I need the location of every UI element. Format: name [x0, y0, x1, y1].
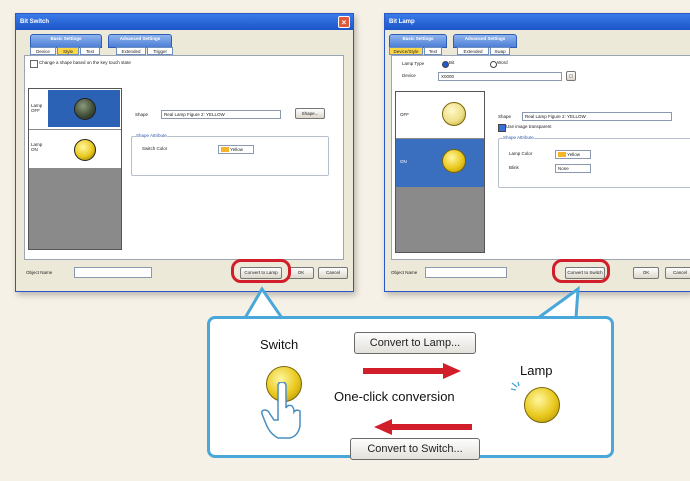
- tab-style[interactable]: Style: [57, 47, 79, 55]
- lamp-type-label: Lamp Type: [402, 61, 425, 66]
- object-name-field[interactable]: [425, 267, 507, 278]
- shape-label: Shape: [498, 114, 512, 119]
- device-input-button[interactable]: ▢: [566, 71, 576, 81]
- state-off-row[interactable]: OFF: [396, 92, 484, 138]
- tab-device-style[interactable]: Device/Style: [389, 47, 423, 55]
- shape-checkbox[interactable]: [30, 60, 38, 68]
- state-off-label: Lamp OFF: [31, 103, 43, 113]
- lamp-color-label: Lamp Color: [509, 151, 533, 156]
- blink-select[interactable]: None: [555, 164, 591, 173]
- state-off-row[interactable]: Lamp OFF: [29, 89, 121, 129]
- blink-label: Blink: [509, 165, 519, 170]
- arrow-left-icon: [374, 419, 472, 435]
- shape-select[interactable]: Real Lamp Figure 2: YELLOW: [522, 112, 672, 121]
- state-on-label: Lamp ON: [31, 142, 43, 152]
- window-title: Bit Switch: [20, 19, 50, 25]
- on-lamp-icon: [442, 149, 466, 173]
- switch-label: Switch: [260, 337, 299, 352]
- state-off-label: OFF: [400, 112, 409, 117]
- switch-color-select[interactable]: Yellow: [218, 145, 254, 154]
- shape-attribute-group: Shape Attribute Switch Color Yellow: [131, 133, 329, 176]
- transparent-label: Use image transparent: [506, 124, 552, 129]
- highlight-convert-to-switch: [552, 259, 610, 283]
- conversion-caption: One-click conversion: [334, 389, 455, 404]
- off-lamp-icon: [442, 102, 466, 126]
- on-preview-icon: [74, 139, 96, 161]
- tab-extended[interactable]: Extended: [457, 47, 489, 55]
- shape-button[interactable]: Shape...: [295, 108, 325, 119]
- bit-lamp-window: Bit Lamp Basic Settings Advanced Setting…: [384, 13, 690, 292]
- lamp-glow-icon: [510, 381, 520, 391]
- tab-group-basic[interactable]: Basic Settings: [30, 34, 102, 48]
- convert-to-lamp-big-button[interactable]: Convert to Lamp...: [354, 332, 476, 354]
- tab-swap[interactable]: Swap: [490, 47, 510, 55]
- highlight-convert-to-lamp: [231, 259, 291, 283]
- group-title: Shape Attribute: [503, 135, 534, 140]
- off-preview: [48, 90, 120, 127]
- close-button[interactable]: ×: [338, 16, 350, 28]
- state-on-row[interactable]: ON: [396, 139, 484, 187]
- state-on-row[interactable]: Lamp ON: [29, 130, 121, 168]
- convert-to-switch-big-button[interactable]: Convert to Switch...: [350, 438, 480, 460]
- state-on-label: ON: [400, 159, 407, 164]
- state-list[interactable]: OFF ON: [395, 91, 485, 253]
- radio-bit-label: Bit: [449, 60, 455, 65]
- group-title: Shape Attribute: [136, 133, 167, 138]
- cancel-button[interactable]: Cancel: [318, 267, 348, 279]
- switch-color-label: Switch Color: [142, 146, 168, 151]
- shape-label: Shape: [135, 112, 149, 117]
- radio-bit[interactable]: [442, 61, 449, 68]
- color-swatch: [558, 152, 566, 158]
- object-name-field[interactable]: [74, 267, 152, 278]
- tab-extended[interactable]: Extended: [116, 47, 146, 55]
- device-field[interactable]: X0000: [438, 72, 562, 81]
- tab-group-advanced[interactable]: Advanced Settings: [108, 34, 172, 48]
- object-name-label: Object Name: [26, 270, 53, 275]
- shape-select[interactable]: Real Lamp Figure 2: YELLOW: [161, 110, 281, 119]
- transparent-checkbox[interactable]: [498, 124, 506, 132]
- lamp-color-select[interactable]: Yellow: [555, 150, 591, 159]
- tab-trigger[interactable]: Trigger: [147, 47, 173, 55]
- tab-group-advanced[interactable]: Advanced Settings: [453, 34, 517, 48]
- lamp-label: Lamp: [520, 363, 553, 378]
- settings-panel: Lamp Type Bit Word Device X0000 ▢ OFF ON…: [391, 55, 690, 260]
- device-label: Device: [402, 73, 416, 78]
- radio-word-label: Word: [497, 60, 508, 65]
- ok-button[interactable]: OK: [288, 267, 314, 279]
- object-name-label: Object Name: [391, 270, 418, 275]
- tab-group-basic[interactable]: Basic Settings: [389, 34, 447, 48]
- checkbox-label: Change a shape based on the key touch st…: [39, 60, 131, 65]
- ok-button[interactable]: OK: [633, 267, 659, 279]
- cancel-button[interactable]: Cancel: [665, 267, 690, 279]
- window-title: Bit Lamp: [389, 19, 415, 25]
- tab-text[interactable]: Text: [80, 47, 100, 55]
- shape-attribute-group: Shape Attribute Lamp Color Yellow Blink …: [498, 135, 690, 188]
- tab-text[interactable]: Text: [424, 47, 442, 55]
- lamp-icon: [524, 387, 560, 423]
- conversion-callout: Switch Convert to Lamp... One-click conv…: [207, 316, 614, 460]
- arrow-right-icon: [363, 363, 461, 379]
- state-list[interactable]: Lamp OFF Lamp ON: [28, 88, 122, 250]
- tab-device[interactable]: Device: [30, 47, 56, 55]
- bit-switch-titlebar: Bit Switch ×: [16, 14, 353, 30]
- color-swatch: [221, 147, 229, 153]
- bit-lamp-titlebar: Bit Lamp: [385, 14, 690, 30]
- radio-word[interactable]: [490, 61, 497, 68]
- bit-switch-window: Bit Switch × Basic Settings Advanced Set…: [15, 13, 354, 292]
- hand-pointer-icon: [261, 382, 301, 439]
- dark-lamp-icon: [74, 98, 96, 120]
- settings-panel: Change a shape based on the key touch st…: [24, 55, 344, 260]
